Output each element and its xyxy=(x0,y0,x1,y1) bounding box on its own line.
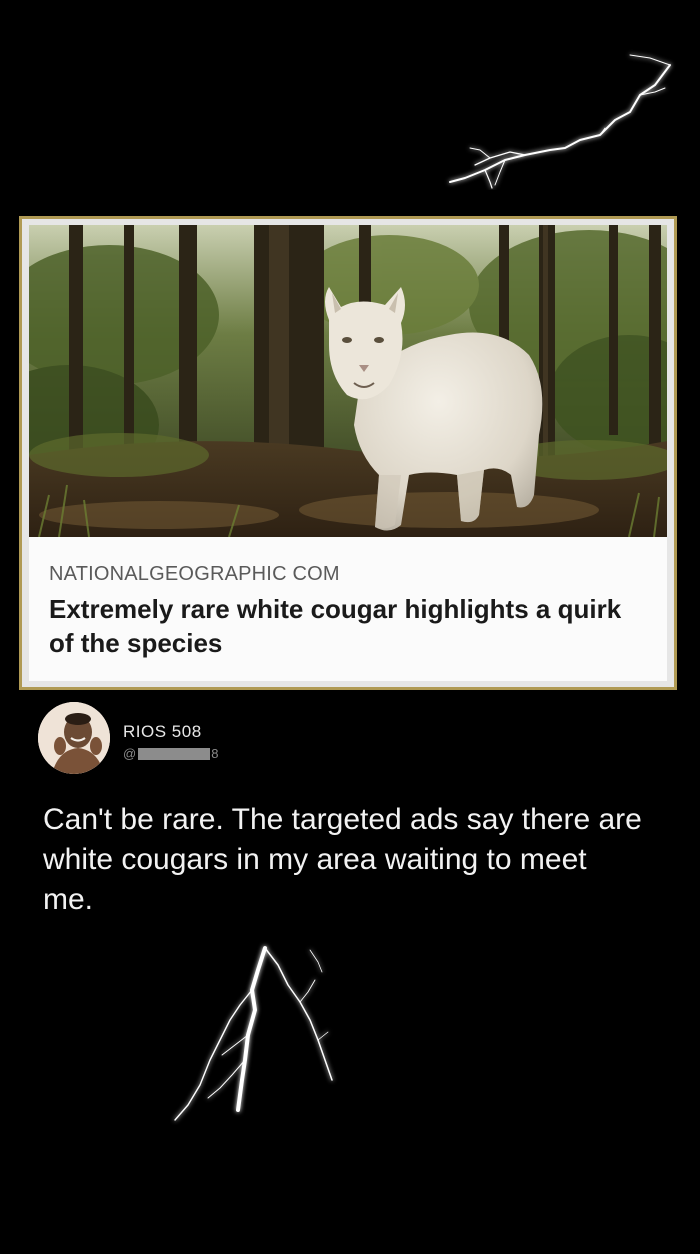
lightning-bolt-bottom xyxy=(174,946,333,1121)
user-display-name[interactable]: RIOS 508 xyxy=(123,722,202,742)
avatar-image xyxy=(38,702,110,774)
article-card-inner: NATIONALGEOGRAPHIC COM Extremely rare wh… xyxy=(29,225,667,681)
meme-page: NATIONALGEOGRAPHIC COM Extremely rare wh… xyxy=(0,0,700,1254)
handle-at-sign: @ xyxy=(123,746,137,761)
white-cougar-photo xyxy=(29,225,667,537)
handle-tail: 8 xyxy=(211,746,219,761)
article-card[interactable]: NATIONALGEOGRAPHIC COM Extremely rare wh… xyxy=(19,216,677,690)
tweet-text: Can't be rare. The targeted ads say ther… xyxy=(43,803,642,916)
article-title[interactable]: Extremely rare white cougar highlights a… xyxy=(49,592,647,660)
user-handle[interactable]: @ 8 xyxy=(123,746,218,761)
lightning-bolt-top xyxy=(449,54,671,189)
tweet: RIOS 508 @ 8 Can't be rare. The targeted… xyxy=(0,690,700,940)
article-text-block: NATIONALGEOGRAPHIC COM Extremely rare wh… xyxy=(29,537,667,660)
article-photo xyxy=(29,225,667,537)
handle-redaction-bar xyxy=(138,747,211,760)
avatar[interactable] xyxy=(38,702,110,774)
article-source[interactable]: NATIONALGEOGRAPHIC COM xyxy=(49,563,647,586)
